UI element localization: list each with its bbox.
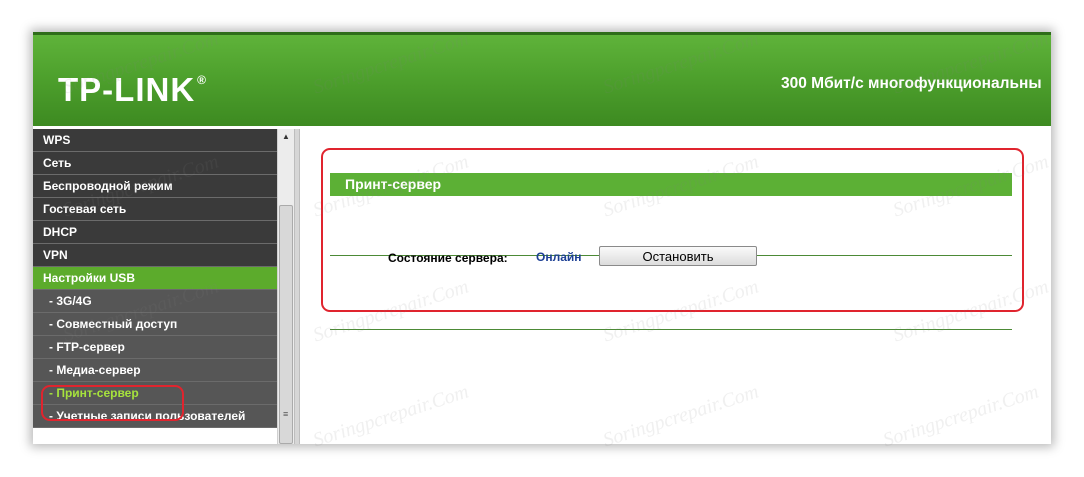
sidebar-subitem-sharing[interactable]: - Совместный доступ bbox=[33, 313, 277, 336]
sidebar-subitem-print-server[interactable]: - Принт-сервер bbox=[33, 382, 277, 405]
router-admin-window: TP-LINK ® 300 Мбит/с многофункциональны W… bbox=[33, 32, 1051, 444]
scroll-thumb[interactable]: ≡ bbox=[279, 205, 293, 444]
section-divider-bottom bbox=[330, 329, 1012, 330]
header-banner: TP-LINK ® 300 Мбит/с многофункциональны bbox=[33, 32, 1051, 126]
sidebar-item-wireless[interactable]: Беспроводной режим bbox=[33, 175, 277, 198]
sidebar-item-guest-network[interactable]: Гостевая сеть bbox=[33, 198, 277, 221]
sidebar: WPS Сеть Беспроводной режим Гостевая сет… bbox=[33, 129, 294, 444]
sidebar-scrollbar[interactable]: ▲ ≡ bbox=[277, 129, 294, 444]
sidebar-subitem-media-server[interactable]: - Медиа-сервер bbox=[33, 359, 277, 382]
sidebar-menu: WPS Сеть Беспроводной режим Гостевая сет… bbox=[33, 129, 277, 428]
sidebar-item-usb-settings[interactable]: Настройки USB bbox=[33, 267, 277, 290]
sidebar-subitem-ftp-server[interactable]: - FTP-сервер bbox=[33, 336, 277, 359]
sidebar-subitem-3g4g[interactable]: - 3G/4G bbox=[33, 290, 277, 313]
sidebar-item-network[interactable]: Сеть bbox=[33, 152, 277, 175]
tp-link-logo: TP-LINK ® bbox=[58, 71, 207, 109]
scroll-up-arrow-icon[interactable]: ▲ bbox=[278, 129, 294, 144]
grip-icon: ≡ bbox=[283, 409, 289, 419]
server-status-label: Состояние сервера: bbox=[388, 251, 508, 265]
sidebar-item-dhcp[interactable]: DHCP bbox=[33, 221, 277, 244]
logo-text: TP-LINK bbox=[58, 71, 196, 108]
logo-registered-mark: ® bbox=[197, 73, 207, 87]
header-title: 300 Мбит/с многофункциональны bbox=[781, 75, 1042, 92]
main-content: Принт-сервер Состояние сервера: Онлайн О… bbox=[300, 129, 1051, 444]
sidebar-subitem-user-accounts[interactable]: - Учетные записи пользователей bbox=[33, 405, 277, 428]
server-status-value: Онлайн bbox=[536, 250, 582, 264]
sidebar-item-vpn[interactable]: VPN bbox=[33, 244, 277, 267]
sidebar-item-wps[interactable]: WPS bbox=[33, 129, 277, 152]
section-title: Принт-сервер bbox=[330, 173, 1012, 196]
stop-server-button[interactable]: Остановить bbox=[599, 246, 757, 266]
